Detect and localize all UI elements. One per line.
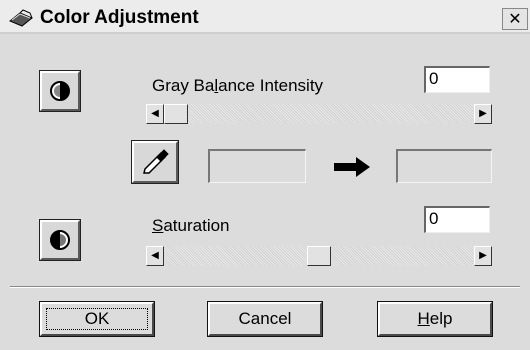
saturation-slider-thumb[interactable] (307, 246, 331, 266)
saturation-decrease-button[interactable]: ◀ (146, 246, 164, 266)
title-bar[interactable]: Color Adjustment ✕ (0, 0, 530, 34)
scanner-icon (9, 9, 33, 27)
close-button[interactable]: ✕ (502, 8, 528, 30)
window-title: Color Adjustment (40, 7, 199, 28)
eyedropper-icon (143, 149, 169, 174)
source-color-box (208, 149, 306, 183)
right-arrow-icon (334, 157, 370, 177)
color-adjustment-dialog: Color Adjustment ✕ Gray Balance Intensit… (0, 0, 530, 350)
gray-balance-label: Gray Balance Intensity (152, 76, 324, 95)
saturation-icon (50, 230, 70, 250)
gray-balance-decrease-button[interactable]: ◀ (146, 104, 164, 124)
gray-balance-slider-thumb[interactable] (164, 104, 188, 124)
eyedropper-button[interactable] (132, 141, 178, 183)
gray-balance-icon (50, 81, 70, 101)
gray-balance-increase-button[interactable]: ▶ (474, 104, 492, 124)
saturation-slider[interactable]: ◀ ▶ (146, 246, 492, 266)
gray-balance-slider[interactable]: ◀ ▶ (146, 104, 492, 124)
saturation-value-field[interactable]: 0 (424, 206, 490, 233)
focus-rect (46, 308, 148, 330)
ok-button[interactable]: OK (40, 302, 154, 336)
gray-balance-value-field[interactable]: 0 (424, 66, 490, 93)
saturation-label: Saturation (152, 216, 230, 235)
saturation-increase-button[interactable]: ▶ (474, 246, 492, 266)
cancel-button[interactable]: Cancel (208, 302, 322, 336)
close-icon: ✕ (508, 9, 522, 28)
cancel-button-label: Cancel (238, 309, 292, 328)
separator (10, 286, 520, 288)
gray-balance-button[interactable] (40, 71, 80, 111)
help-button[interactable]: Help (378, 302, 492, 336)
saturation-button[interactable] (40, 220, 80, 260)
target-color-box (396, 149, 492, 183)
help-button-label: Help (417, 309, 453, 328)
